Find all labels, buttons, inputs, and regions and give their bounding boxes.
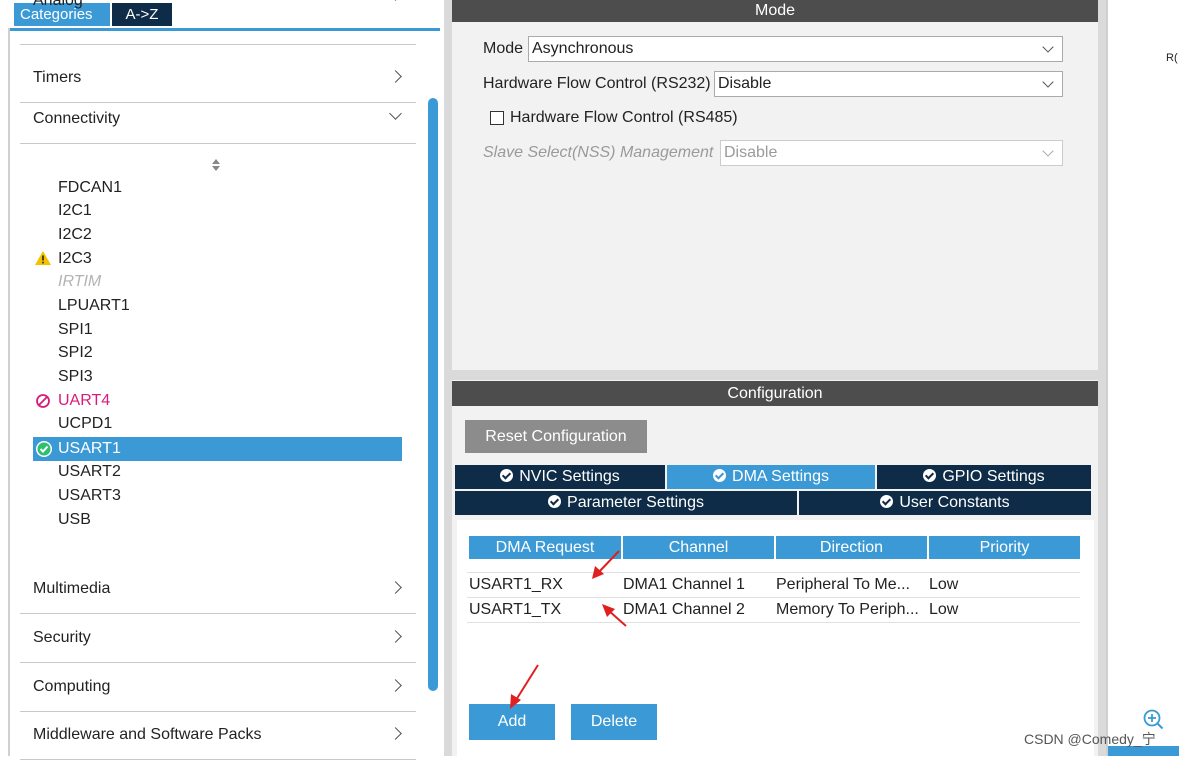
hw-flow-rs232-value: Disable <box>718 75 772 92</box>
table-row[interactable]: USART1_RX DMA1 Channel 1 Peripheral To M… <box>467 573 1080 597</box>
scrollbar-thumb[interactable] <box>428 98 438 691</box>
chevron-right-icon <box>389 679 402 692</box>
peripheral-usart1[interactable]: USART1 <box>58 438 121 460</box>
table-cell: DMA1 Channel 2 <box>623 601 745 618</box>
tab-label: Parameter Settings <box>567 494 704 511</box>
nss-select: Disable <box>720 140 1063 166</box>
reset-configuration-button[interactable]: Reset Configuration <box>465 420 647 453</box>
tab-nvic-settings[interactable]: NVIC Settings <box>455 465 667 489</box>
check-circle-icon <box>36 441 52 457</box>
chevron-right-icon <box>389 70 402 83</box>
mode-header: Mode <box>452 0 1098 22</box>
category-connectivity[interactable]: Connectivity <box>20 95 416 144</box>
annotation-arrow-icon <box>602 604 627 627</box>
category-label: Security <box>33 629 91 646</box>
tab-label: NVIC Settings <box>519 468 620 485</box>
check-circle-icon <box>713 469 727 482</box>
tab-user-constants[interactable]: User Constants <box>799 491 1091 515</box>
warning-icon <box>35 251 51 265</box>
peripheral-i2c1[interactable]: I2C1 <box>58 200 92 222</box>
peripheral-uart4[interactable]: UART4 <box>58 390 110 412</box>
partial-text: R( <box>1166 52 1178 64</box>
category-security[interactable]: Security <box>20 614 416 663</box>
tab-dma-settings[interactable]: DMA Settings <box>667 465 877 489</box>
watermark: CSDN @Comedy_宁 <box>1024 731 1156 747</box>
table-cell: Memory To Periph... <box>776 601 919 618</box>
peripheral-ucpd1[interactable]: UCPD1 <box>58 413 112 435</box>
category-label: Multimedia <box>33 580 111 597</box>
hw-flow-rs232-label: Hardware Flow Control (RS232) <box>483 75 711 92</box>
peripheral-irtim[interactable]: IRTIM <box>58 271 101 293</box>
check-circle-icon <box>923 469 937 482</box>
table-cell: DMA1 Channel 1 <box>623 576 745 593</box>
peripheral-usart2[interactable]: USART2 <box>58 461 121 483</box>
delete-button[interactable]: Delete <box>571 704 657 740</box>
category-label: Analog <box>33 0 83 9</box>
category-label: Computing <box>33 678 111 695</box>
column-header-direction[interactable]: Direction <box>776 536 927 559</box>
check-circle-icon <box>880 495 894 508</box>
tab-parameter-settings[interactable]: Parameter Settings <box>455 491 799 515</box>
tab-label: DMA Settings <box>732 468 829 485</box>
tab-label: User Constants <box>899 494 1010 511</box>
nss-value: Disable <box>724 144 778 161</box>
column-header-priority[interactable]: Priority <box>929 536 1080 559</box>
column-header-channel[interactable]: Channel <box>623 536 774 559</box>
table-cell: Peripheral To Me... <box>776 576 910 593</box>
peripheral-usb[interactable]: USB <box>58 509 91 531</box>
peripheral-i2c3[interactable]: I2C3 <box>58 248 92 270</box>
peripheral-spi3[interactable]: SPI3 <box>58 366 93 388</box>
chevron-down-icon <box>1042 76 1054 88</box>
hw-flow-rs232-select[interactable]: Disable <box>714 71 1063 97</box>
category-computing[interactable]: Computing <box>20 663 416 712</box>
mode-select-value: Asynchronous <box>532 40 634 57</box>
annotation-arrow-icon <box>592 550 620 579</box>
category-multimedia[interactable]: Multimedia <box>20 565 416 614</box>
peripheral-lpuart1[interactable]: LPUART1 <box>58 295 130 317</box>
tab-gpio-settings[interactable]: GPIO Settings <box>877 465 1091 489</box>
check-circle-icon <box>548 495 562 508</box>
peripheral-fdcan1[interactable]: FDCAN1 <box>58 177 122 199</box>
peripheral-spi2[interactable]: SPI2 <box>58 342 93 364</box>
table-cell: USART1_TX <box>469 601 562 618</box>
tab-label: GPIO Settings <box>942 468 1045 485</box>
sort-icon[interactable] <box>210 157 222 173</box>
mode-label: Mode <box>483 40 524 57</box>
table-cell: Low <box>929 601 959 618</box>
panel-border <box>8 28 10 756</box>
error-icon <box>36 394 50 408</box>
peripheral-spi1[interactable]: SPI1 <box>58 319 93 341</box>
chevron-down-icon <box>1042 145 1054 157</box>
category-label: Connectivity <box>33 110 121 127</box>
category-label: Middleware and Software Packs <box>33 726 262 743</box>
table-cell: Low <box>929 576 959 593</box>
chevron-right-icon <box>389 581 402 594</box>
table-row-divider <box>467 622 1080 623</box>
chevron-down-icon <box>1042 41 1054 53</box>
annotation-arrow-icon <box>510 664 539 709</box>
zoom-in-icon[interactable] <box>1142 708 1164 730</box>
category-middleware[interactable]: Middleware and Software Packs <box>20 711 416 760</box>
hw-flow-rs485-label: Hardware Flow Control (RS485) <box>510 109 738 126</box>
chevron-right-icon <box>389 630 402 643</box>
chevron-right-icon <box>389 727 402 740</box>
chevron-down-icon <box>389 107 402 120</box>
check-circle-icon <box>500 469 514 482</box>
hw-flow-rs485-checkbox[interactable] <box>490 111 504 125</box>
chevron-right-icon <box>389 0 402 1</box>
configuration-header: Configuration <box>452 381 1098 406</box>
nss-label: Slave Select(NSS) Management <box>483 144 714 161</box>
peripheral-usart3[interactable]: USART3 <box>58 485 121 507</box>
mode-select[interactable]: Asynchronous <box>528 36 1063 62</box>
category-analog[interactable]: Analog <box>20 0 416 45</box>
panel-divider <box>1106 0 1108 756</box>
peripheral-i2c2[interactable]: I2C2 <box>58 224 92 246</box>
table-row[interactable]: USART1_TX DMA1 Channel 2 Memory To Perip… <box>467 598 1080 622</box>
